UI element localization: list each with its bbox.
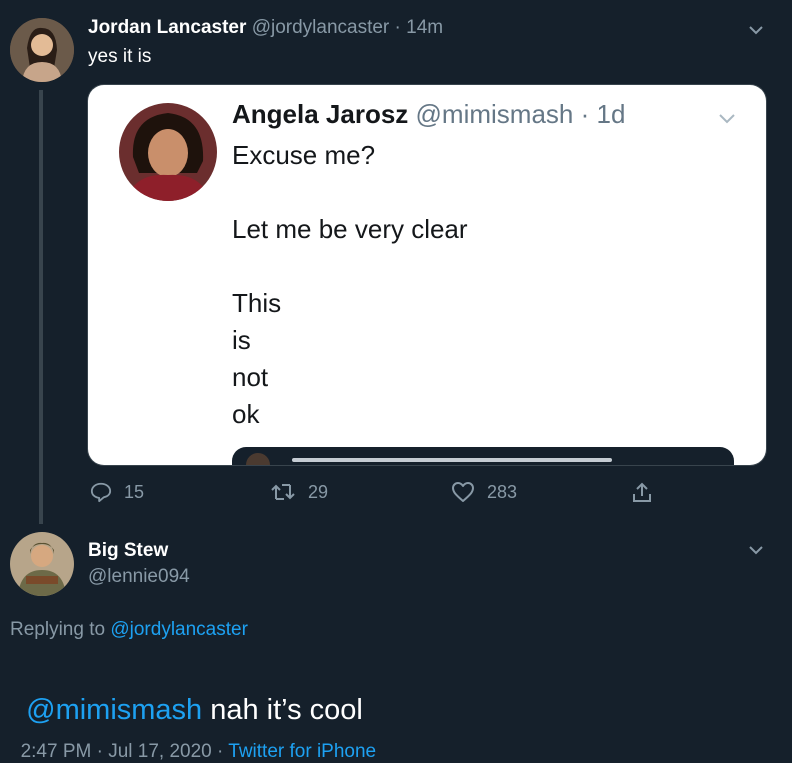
quoted-tweet-time: 1d <box>596 99 626 129</box>
replying-to-line: Replying to @jordylancaster <box>10 619 248 641</box>
quoted-line-6: ok <box>232 399 260 429</box>
tweet1-menu-chevron-icon[interactable] <box>746 20 766 40</box>
avatar-big-stew[interactable] <box>10 532 74 596</box>
separator-dot: · <box>394 17 401 38</box>
timestamp-line: 2:47 PM · Jul 17, 2020 · Twitter for iPh… <box>10 719 377 763</box>
quoted-line-4: is <box>232 325 251 355</box>
like-button[interactable]: 283 <box>451 481 517 503</box>
quoted-header: Angela Jarosz @mimismash · 1d <box>232 99 625 130</box>
author-handle[interactable]: @jordylancaster <box>252 17 390 38</box>
retweet-icon <box>271 484 295 500</box>
nested-quote-preview <box>232 447 734 465</box>
retweet-count: 29 <box>308 481 329 502</box>
source-link[interactable]: Twitter for iPhone <box>228 741 376 762</box>
share-icon <box>633 482 651 502</box>
quoted-author-name: Angela Jarosz <box>232 99 409 129</box>
nested-avatar <box>246 453 270 465</box>
quoted-line-1: Excuse me? <box>232 140 376 170</box>
quoted-line-2: Let me be very clear <box>232 214 468 244</box>
tweet-time[interactable]: 14m <box>406 17 443 38</box>
replying-to-label: Replying to <box>10 619 106 640</box>
replying-to-handle-link[interactable]: @jordylancaster <box>110 619 248 640</box>
nested-text-blur <box>292 458 612 462</box>
like-count: 283 <box>487 481 518 502</box>
quoted-tweet-image[interactable]: Angela Jarosz @mimismash · 1d Excuse me?… <box>88 85 766 465</box>
reply-button[interactable]: 15 <box>90 481 144 503</box>
tweet1-text: yes it is <box>88 46 152 67</box>
quoted-line-5: not <box>232 362 269 392</box>
quoted-separator-dot: · <box>580 99 590 129</box>
quoted-author-handle: @mimismash <box>415 99 574 129</box>
heart-icon <box>452 482 474 502</box>
timestamp[interactable]: 2:47 PM · Jul 17, 2020 · <box>21 741 229 762</box>
tweet2-menu-chevron-icon[interactable] <box>746 540 766 560</box>
reply-count: 15 <box>124 481 145 502</box>
author-name[interactable]: Jordan Lancaster <box>88 17 246 38</box>
quoted-line-3: This <box>232 288 282 318</box>
reply-author-name[interactable]: Big Stew <box>88 540 168 562</box>
avatar-jordan[interactable] <box>10 18 74 82</box>
retweet-button[interactable]: 29 <box>270 481 328 503</box>
avatar-angela <box>119 103 217 201</box>
reply-text: @mimismash nah it’s cool <box>10 661 363 727</box>
reply-author-handle[interactable]: @lennie094 <box>88 566 190 588</box>
quoted-chevron-down-icon <box>716 107 738 134</box>
tweet1-header: Jordan Lancaster @jordylancaster · 14m <box>88 17 443 39</box>
share-button[interactable] <box>630 481 654 505</box>
thread-line <box>39 90 43 524</box>
reply-icon <box>90 482 112 503</box>
